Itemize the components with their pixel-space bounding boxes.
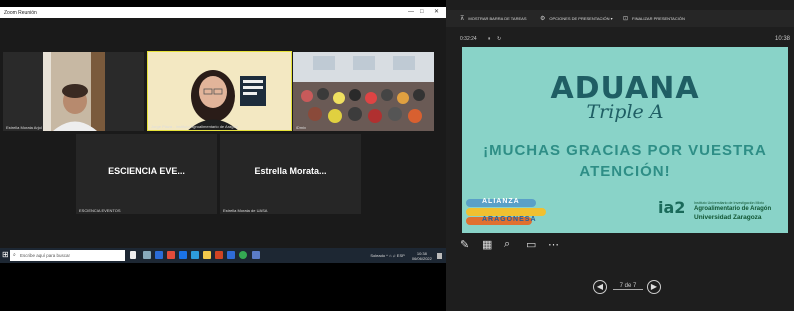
presenter-view: ⊼ MOSTRAR BARRA DE TAREAS ⚙ OPCIONES DE PR… (446, 0, 794, 311)
windows-start-icon[interactable]: ⊞ (2, 250, 10, 260)
slide-counter[interactable]: 7 de 7 (613, 283, 643, 290)
ia2-line-2: Agroalimentario de Aragón (694, 206, 772, 212)
slide-thanks-line-2: ATENCIÓN! (579, 163, 671, 180)
participant-name: Jorge Plaza - Instituto Agroalimentario … (151, 124, 238, 129)
task-view-icon[interactable] (130, 251, 136, 259)
ia2-logo: ia2 Instituto Universitario de Investiga… (658, 197, 786, 227)
black-screen-icon[interactable]: ▭ (526, 238, 536, 251)
alianza-aragonesa-logo: ALIANZA ARAGONESA (466, 197, 546, 225)
ia2-line-1: Instituto Universitario de Investigación… (694, 201, 765, 205)
next-slide-icon[interactable]: ▶ (647, 280, 661, 294)
taskbar-icon: ⊼ (460, 16, 465, 22)
restart-timer-icon[interactable]: ↻ (497, 36, 501, 42)
participant-name: iDmix (296, 125, 306, 130)
video-tile-5[interactable]: Estrella Morata... Estrella Morata de UA… (220, 134, 361, 214)
minimize-button[interactable]: — (408, 8, 414, 16)
folder-icon[interactable] (203, 251, 211, 259)
taskbar-clock[interactable]: 10:38 06/06/2022 (412, 251, 432, 261)
powerpoint-icon[interactable] (215, 251, 223, 259)
taskbar-search-input[interactable]: ⌕ Escribe aquí para buscar (10, 250, 125, 261)
end-slideshow-button[interactable]: ⊡ FINALIZAR PRESENTACIÓN (623, 15, 685, 22)
close-button[interactable]: ✕ (434, 8, 439, 16)
word-icon[interactable] (227, 251, 235, 259)
presentation-options-button[interactable]: ⚙ OPCIONES DE PRESENTACIÓN ▾ (540, 15, 613, 22)
options-icon: ⚙ (540, 16, 546, 22)
slide-thanks: ¡MUCHAS GRACIAS POR VUESTRA ATENCIÓN! (472, 140, 778, 182)
participant-video (293, 52, 434, 131)
zoom-titlebar: Zoom Reunión — □ ✕ (0, 7, 446, 18)
video-tile-3[interactable]: iDmix (293, 52, 434, 131)
chrome-icon[interactable] (239, 251, 247, 259)
zoom-icon[interactable] (191, 251, 199, 259)
slide-navigation: ◀ 7 de 7 ▶ (593, 280, 663, 295)
video-gallery: Estrella Morata Arjol Jorge Plaza - Inst… (0, 18, 446, 248)
logo-band (466, 208, 546, 216)
zoom-into-slide-icon[interactable]: ⌕ (504, 238, 510, 251)
participant-name: Estrella Morata Arjol (6, 125, 42, 130)
slide-thanks-line-1: ¡MUCHAS GRACIAS POR VUESTRA (483, 142, 767, 159)
more-options-icon[interactable]: ⋯ (548, 238, 559, 251)
alianza-text: ALIANZA (482, 198, 520, 205)
video-tile-2-active-speaker[interactable]: Jorge Plaza - Instituto Agroalimentario … (147, 51, 292, 131)
participant-name: ESCIENCIA EVENTOS (79, 208, 121, 213)
current-time: 10:38 (774, 36, 790, 42)
ia2-mark: ia2 (658, 198, 686, 217)
ia2-line-3: Universidad Zaragoza (694, 214, 762, 221)
search-icon: ⌕ (13, 252, 16, 258)
participant-video (43, 52, 105, 131)
screen: Zoom Reunión — □ ✕ Estrella Morata Arjol (0, 0, 794, 311)
show-taskbar-button[interactable]: ⊼ MOSTRAR BARRA DE TAREAS (460, 15, 527, 22)
participant-display-name: ESCIENCIA EVE... (108, 166, 185, 176)
notifications-icon[interactable] (437, 253, 442, 259)
file-explorer-icon[interactable] (143, 251, 151, 259)
participant-video (148, 52, 291, 130)
participant-display-name: Estrella Morata... (254, 166, 327, 176)
video-tile-4[interactable]: ESCIENCIA EVE... ESCIENCIA EVENTOS (76, 134, 217, 214)
taskbar-date: 06/06/2022 (411, 256, 432, 261)
zoom-bottom-area (0, 263, 446, 311)
app-icon-red[interactable] (167, 251, 175, 259)
windows-taskbar: ⊞ ⌕ Escribe aquí para buscar Soleado ^ ⌂… (0, 248, 446, 263)
zoom-window: Zoom Reunión — □ ✕ Estrella Morata Arjol (0, 0, 446, 311)
end-show-icon: ⊡ (623, 16, 629, 22)
pause-timer-icon[interactable]: ⏸ (488, 36, 491, 42)
aragonesa-text: ARAGONESA (482, 216, 537, 223)
app-icon-blue[interactable] (252, 251, 260, 259)
slide-subtitle: Triple A (586, 101, 664, 123)
tray-items: Soleado ^ ⌂ ♫ ESP (370, 253, 405, 259)
mail-icon[interactable] (179, 251, 187, 259)
system-tray: Soleado ^ ⌂ ♫ ESP 10:38 06/06/2022 (370, 251, 442, 261)
elapsed-timer: 0:32:24 (460, 36, 477, 42)
participant-name: Estrella Morata de UASA (223, 208, 268, 213)
previous-slide-icon[interactable]: ◀ (593, 280, 607, 294)
presenter-toolbar: ⊼ MOSTRAR BARRA DE TAREAS ⚙ OPCIONES DE PR… (446, 10, 794, 27)
edge-icon[interactable] (155, 251, 163, 259)
current-slide: ADUANA Triple A ¡MUCHAS GRACIAS POR VUES… (462, 47, 788, 233)
see-all-slides-icon[interactable]: ▦ (482, 238, 492, 251)
zoom-window-title: Zoom Reunión (4, 10, 37, 16)
video-tile-1[interactable]: Estrella Morata Arjol (3, 52, 144, 131)
maximize-button[interactable]: □ (420, 8, 424, 16)
search-placeholder: Escribe aquí para buscar (20, 253, 71, 258)
pen-icon[interactable]: ✎ (460, 238, 469, 251)
